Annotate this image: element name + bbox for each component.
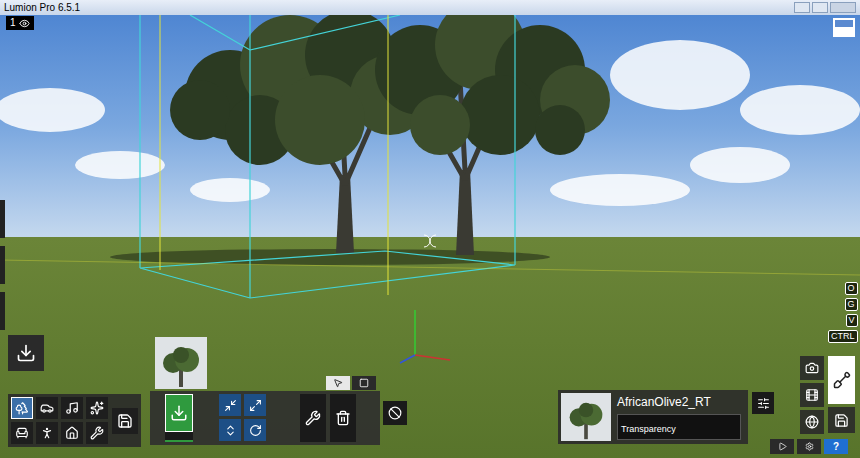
delete-button[interactable] [330, 394, 356, 442]
move-button[interactable] [219, 394, 241, 416]
sliders-icon [757, 397, 770, 410]
height-icon [224, 424, 237, 437]
window-controls [794, 2, 856, 13]
height-button[interactable] [219, 419, 241, 441]
movie-mode-icon [805, 388, 819, 402]
side-tab[interactable] [0, 200, 5, 238]
photo-mode-icon [805, 361, 819, 375]
cancel-button[interactable] [383, 401, 407, 425]
minimize-button[interactable] [794, 2, 810, 13]
category-button[interactable] [86, 422, 108, 444]
object-name: AfricanOlive2_RT [617, 395, 741, 410]
save-icon [834, 413, 849, 428]
properties-button[interactable] [300, 394, 326, 442]
transport-icon [40, 401, 54, 415]
placement-tab[interactable] [352, 376, 376, 390]
mode-column [800, 356, 824, 434]
play-button[interactable] [770, 439, 794, 454]
mode-button[interactable] [800, 356, 824, 380]
object-thumbnail[interactable] [155, 337, 207, 389]
key-hints: OGV CTRL [828, 282, 858, 343]
indoor-icon [15, 426, 29, 440]
side-tab[interactable] [0, 246, 5, 284]
category-button[interactable] [11, 422, 33, 444]
category-button[interactable] [11, 397, 33, 419]
help-button[interactable]: ? [824, 439, 848, 454]
rotate-button[interactable] [244, 419, 266, 441]
people-icon [40, 426, 54, 440]
object-info-thumbnail [561, 393, 611, 441]
tree-thumbnail-icon [566, 401, 606, 441]
category-panel [8, 394, 141, 447]
save-model-button[interactable] [112, 408, 138, 434]
lumion-window: Lumion Pro 6.5.1 1 OGV CTRL AfricanOlive2_RT… [0, 0, 860, 458]
camera-slot-badge[interactable]: 1 [6, 16, 34, 30]
category-button[interactable] [86, 397, 108, 419]
save-scene-button[interactable] [828, 407, 855, 433]
property-label: Transparency [621, 424, 676, 434]
mode-button[interactable] [800, 383, 824, 407]
move-icon [224, 399, 237, 412]
property-field[interactable]: Transparency [617, 414, 741, 440]
build-icon [833, 371, 851, 389]
settings-button[interactable] [797, 439, 821, 454]
scale-icon [249, 399, 262, 412]
eye-icon [19, 18, 30, 29]
trash-icon [335, 410, 351, 426]
placement-tabs [326, 376, 376, 390]
quality-toggle[interactable] [833, 18, 855, 37]
place-icon [170, 404, 188, 422]
ban-icon [388, 406, 402, 420]
import-button[interactable] [8, 335, 44, 371]
wrench-icon [305, 410, 321, 426]
object-settings-button[interactable] [752, 392, 774, 414]
box-select-icon [359, 378, 369, 388]
close-button[interactable] [830, 2, 856, 13]
placement-tab[interactable] [326, 376, 350, 390]
key-hint: CTRL [828, 330, 858, 343]
key-hint: G [845, 298, 858, 311]
side-tabs [0, 200, 5, 330]
tree-thumbnail-icon [159, 345, 203, 389]
place-indicator [165, 432, 193, 442]
mode-button[interactable] [800, 410, 824, 434]
camera-slot-number: 1 [10, 17, 16, 29]
title-bar: Lumion Pro 6.5.1 [0, 0, 860, 15]
sound-icon [65, 401, 79, 415]
viewport[interactable]: 1 OGV CTRL AfricanOlive2_RT Transparency? [0, 15, 860, 458]
edit-toolbar [150, 391, 380, 445]
window-title: Lumion Pro 6.5.1 [4, 1, 80, 14]
category-button[interactable] [36, 422, 58, 444]
build-mode-button[interactable] [828, 356, 855, 404]
category-button[interactable] [61, 397, 83, 419]
maximize-button[interactable] [812, 2, 828, 13]
save-icon [117, 413, 133, 429]
key-hint: O [845, 282, 858, 295]
scale-button[interactable] [244, 394, 266, 416]
pointer-icon [333, 378, 343, 388]
key-hint: V [846, 314, 858, 327]
bottom-right-row: ? [770, 439, 848, 454]
effects-icon [90, 401, 104, 415]
building-icon [65, 426, 79, 440]
side-tab[interactable] [0, 292, 5, 330]
place-object-button[interactable] [165, 394, 193, 432]
category-button[interactable] [61, 422, 83, 444]
nature-icon [15, 401, 29, 415]
gear-icon [805, 442, 814, 451]
rotate-icon [249, 424, 262, 437]
object-info-panel: AfricanOlive2_RT Transparency [558, 390, 748, 444]
utilities-icon [90, 426, 104, 440]
tree[interactable] [375, 15, 610, 255]
category-button[interactable] [36, 397, 58, 419]
help-label: ? [833, 441, 839, 453]
download-icon [16, 343, 36, 363]
play-icon [778, 442, 787, 451]
panorama-mode-icon [805, 415, 819, 429]
